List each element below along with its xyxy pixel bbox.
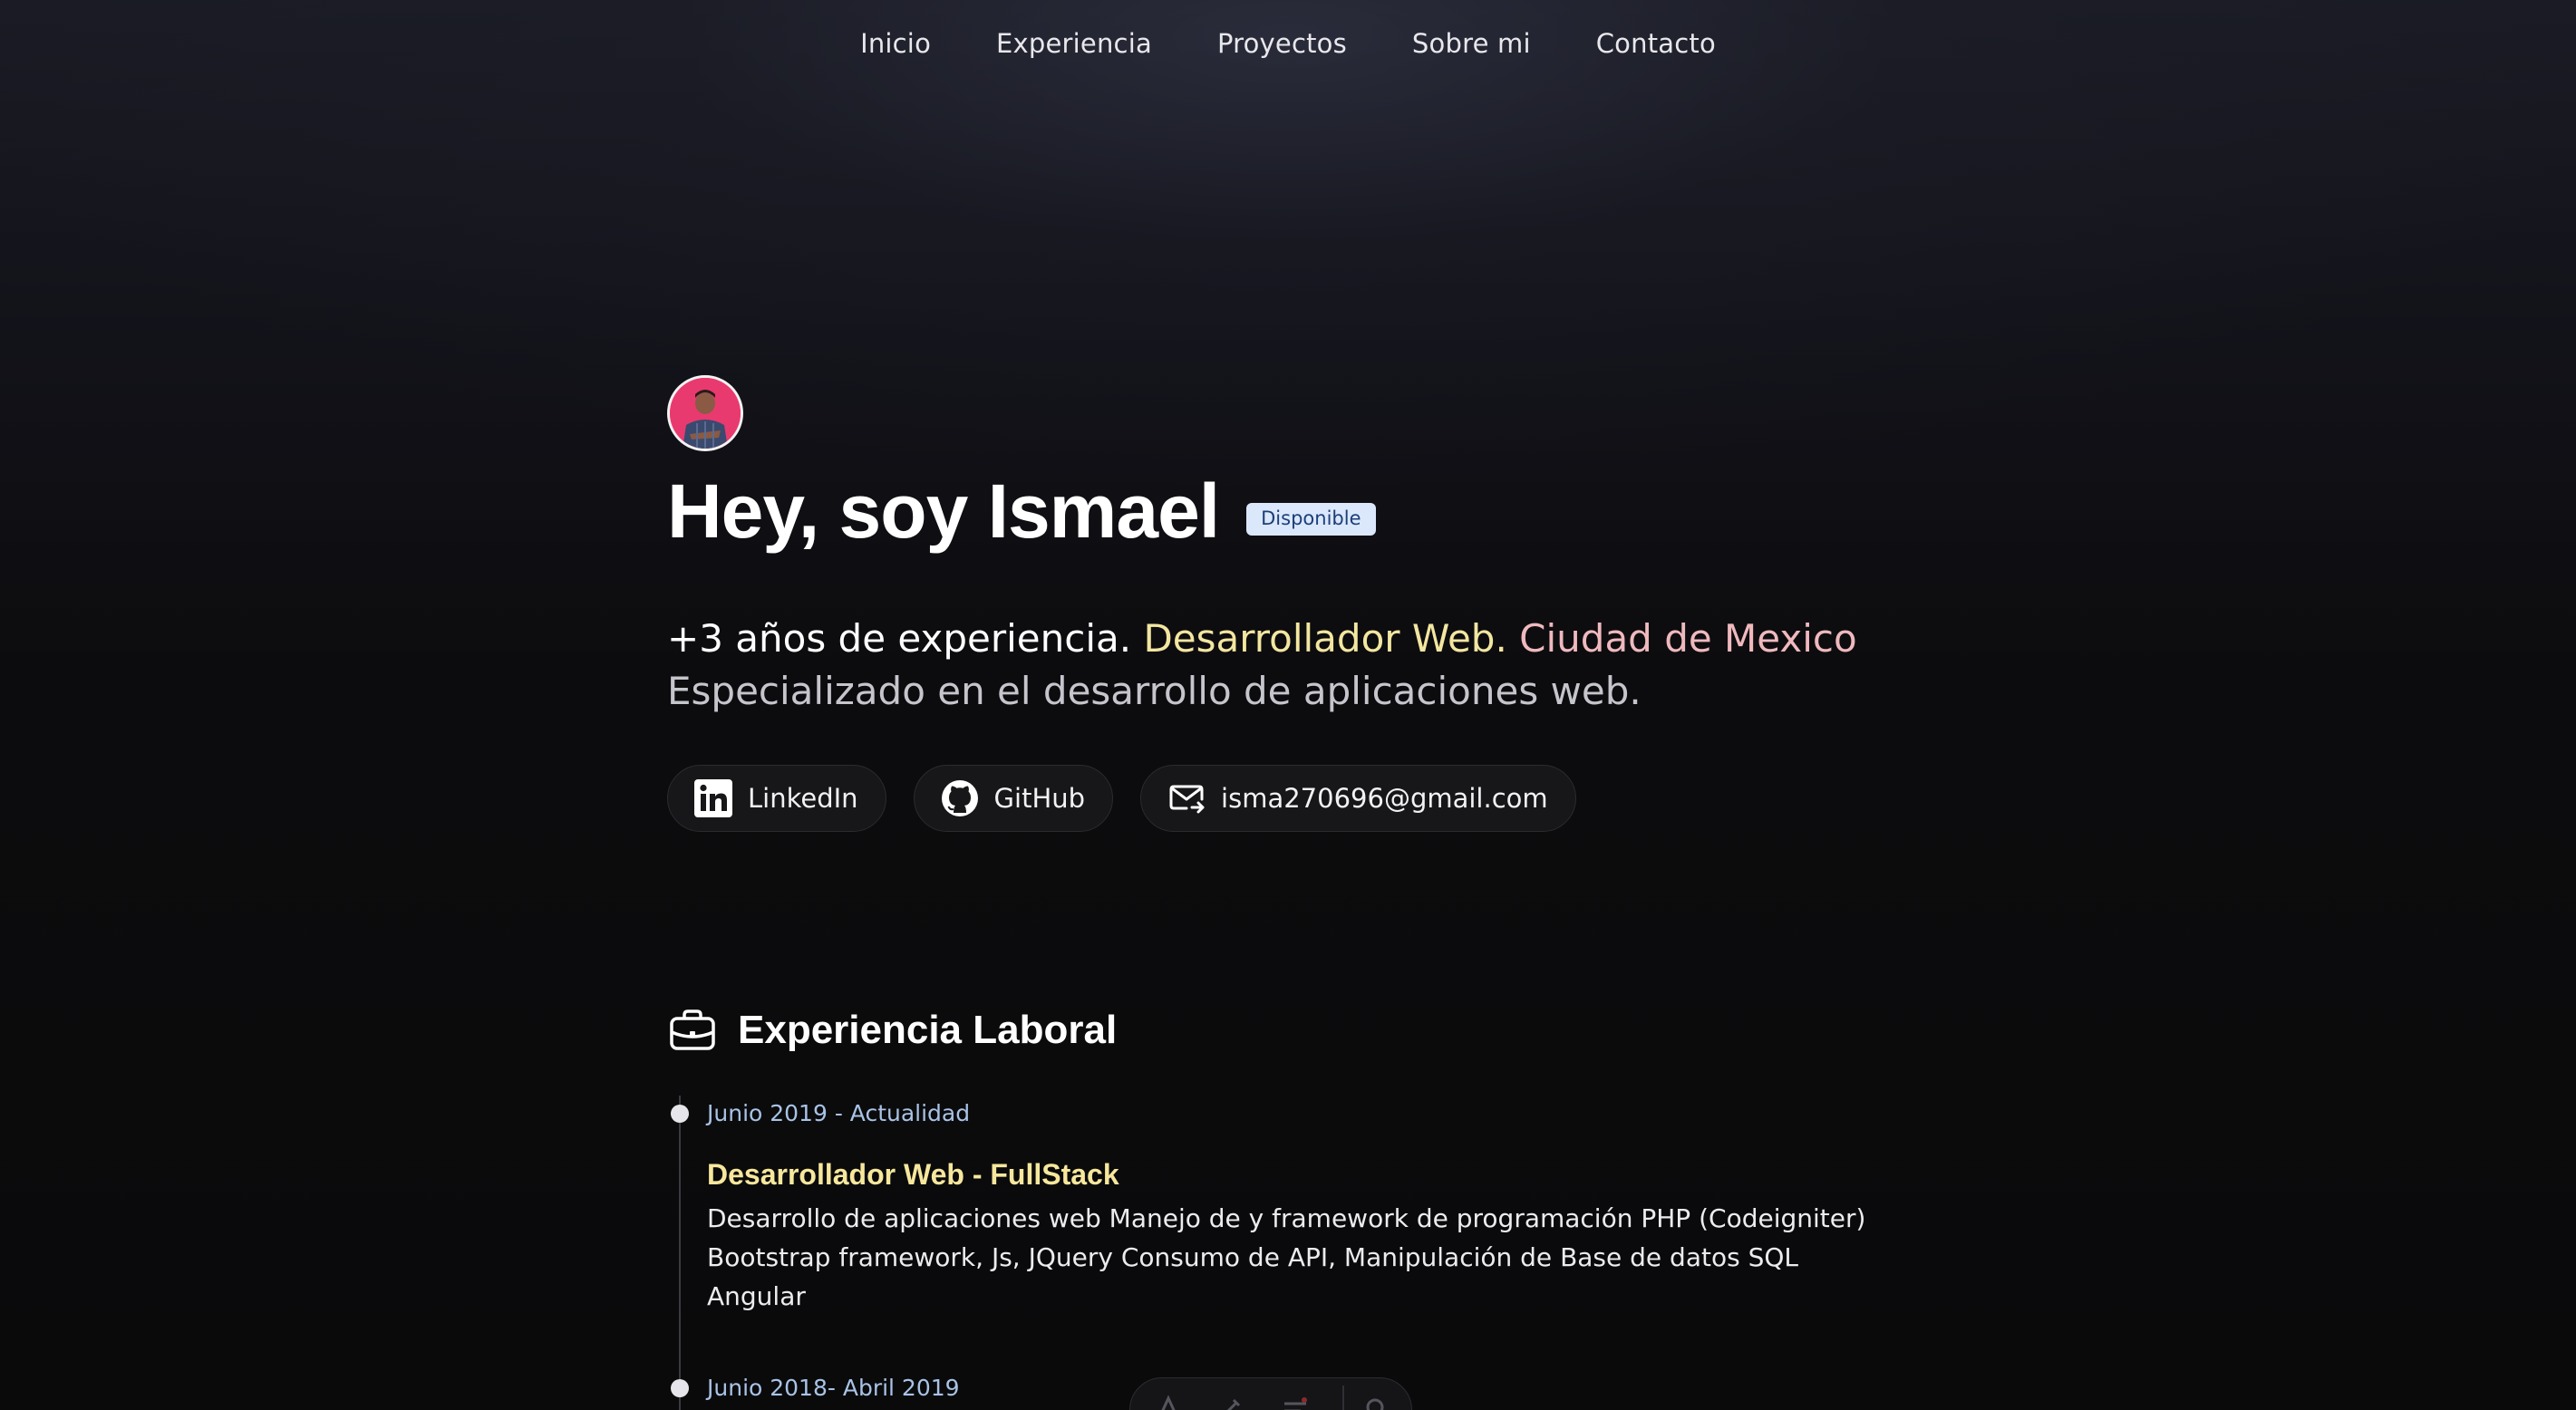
linkedin-icon <box>693 778 733 818</box>
timeline-dot <box>671 1379 689 1397</box>
experience-title: Experiencia Laboral <box>738 1008 1118 1052</box>
tagline-location: Ciudad de Mexico <box>1519 616 1857 661</box>
email-label: isma270696@gmail.com <box>1221 783 1548 814</box>
github-button[interactable]: GitHub <box>913 765 1114 832</box>
toolbar-audit-icon[interactable] <box>1281 1393 1310 1410</box>
timeline-dot <box>671 1105 689 1123</box>
experience-heading: Experiencia Laboral <box>667 1001 1936 1059</box>
email-button[interactable]: isma270696@gmail.com <box>1140 765 1576 832</box>
timeline-role: Desarrollador Web - FullStack <box>707 1158 1119 1191</box>
linkedin-button[interactable]: LinkedIn <box>667 765 886 832</box>
tagline-experience: +3 años de experiencia. <box>667 616 1132 661</box>
title-row: Hey, soy Ismael Disponible <box>667 464 1936 558</box>
github-icon <box>940 778 980 818</box>
toolbar-divider <box>1342 1386 1344 1410</box>
nav-item-sobre-mi[interactable]: Sobre mi <box>1412 20 1531 67</box>
floating-toolbar <box>1129 1377 1412 1410</box>
hero-tagline: +3 años de experiencia. Desarrollador We… <box>667 613 1936 665</box>
avatar-portrait-icon <box>670 378 741 449</box>
hero-section: Hey, soy Ismael Disponible +3 años de ex… <box>667 375 1936 832</box>
tagline-role: Desarrollador Web. <box>1143 616 1507 661</box>
github-label: GitHub <box>993 783 1086 814</box>
timeline-item: Junio 2019 - Actualidad Desarrollador We… <box>667 1096 1936 1316</box>
nav-item-inicio[interactable]: Inicio <box>860 20 931 67</box>
tagline-specialty: Especializado en el desarrollo de aplica… <box>667 669 1641 713</box>
toolbar-inspect-icon[interactable] <box>1154 1393 1183 1410</box>
timeline-description: Desarrollo de aplicaciones web Manejo de… <box>707 1203 1866 1311</box>
experience-timeline: Junio 2019 - Actualidad Desarrollador We… <box>667 1096 1936 1410</box>
nav-item-contacto[interactable]: Contacto <box>1596 20 1716 67</box>
mail-icon <box>1167 778 1206 818</box>
briefcase-icon <box>667 1005 718 1056</box>
experience-section: Experiencia Laboral Junio 2019 - Actuali… <box>667 1001 1936 1410</box>
page-title: Hey, soy Ismael <box>667 468 1220 554</box>
toolbar-brush-icon[interactable] <box>1217 1393 1246 1410</box>
top-nav: Inicio Experiencia Proyectos Sobre mi Co… <box>0 20 2576 67</box>
page: Inicio Experiencia Proyectos Sobre mi Co… <box>0 0 2576 1410</box>
nav-item-experiencia[interactable]: Experiencia <box>996 20 1152 67</box>
avatar <box>667 375 743 451</box>
nav-item-proyectos[interactable]: Proyectos <box>1217 20 1347 67</box>
linkedin-label: LinkedIn <box>748 783 858 814</box>
timeline-date: Junio 2019 - Actualidad <box>707 1100 971 1126</box>
social-links: LinkedIn GitHub isma270696@gmail.com <box>667 765 1936 832</box>
status-badge: Disponible <box>1246 503 1376 536</box>
toolbar-settings-icon[interactable] <box>1361 1393 1390 1410</box>
